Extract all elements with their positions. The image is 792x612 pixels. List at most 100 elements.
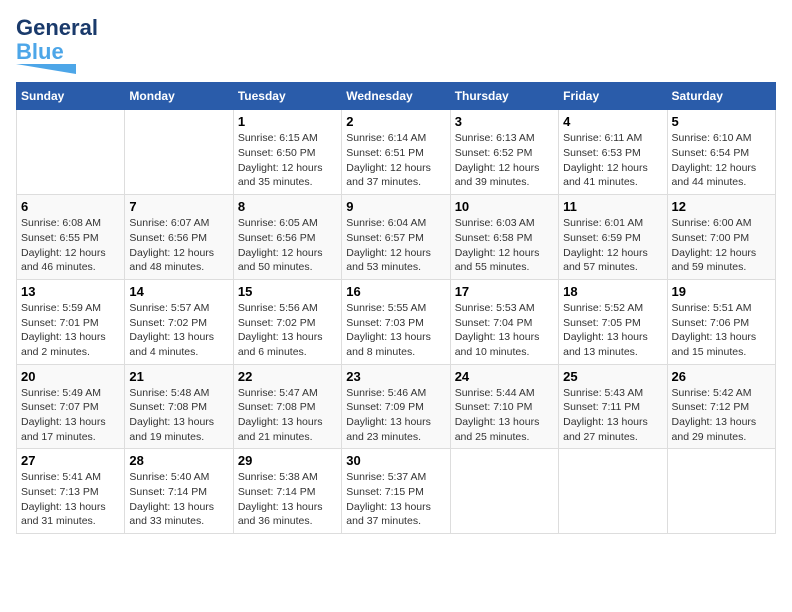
calendar-cell: 12 Sunrise: 6:00 AMSunset: 7:00 PMDayligh… [667, 195, 775, 280]
day-number: 29 [238, 453, 337, 468]
weekday-header-wednesday: Wednesday [342, 83, 450, 110]
weekday-header-sunday: Sunday [17, 83, 125, 110]
calendar-cell [125, 110, 233, 195]
calendar-cell: 7 Sunrise: 6:07 AMSunset: 6:56 PMDaylight… [125, 195, 233, 280]
logo-blue: Blue [16, 39, 64, 64]
calendar-cell: 14Sunrise: 5:57 AMSunset: 7:02 PMDayligh… [125, 279, 233, 364]
day-number: 12 [672, 199, 771, 214]
day-info: Sunrise: 5:56 AMSunset: 7:02 PMDaylight:… [238, 301, 337, 360]
day-number: 25 [563, 369, 662, 384]
day-number: 24 [455, 369, 554, 384]
weekday-header-row: SundayMondayTuesdayWednesdayThursdayFrid… [17, 83, 776, 110]
day-number: 8 [238, 199, 337, 214]
day-info: Sunrise: 5:38 AMSunset: 7:14 PMDaylight:… [238, 470, 337, 529]
weekday-header-tuesday: Tuesday [233, 83, 341, 110]
calendar-cell: 15 Sunrise: 5:56 AMSunset: 7:02 PMDayligh… [233, 279, 341, 364]
day-info: Sunrise: 6:04 AMSunset: 6:57 PMDaylight:… [346, 216, 445, 275]
logo-text: GeneralBlue [16, 16, 98, 64]
day-info: Sunrise: 6:07 AMSunset: 6:56 PMDaylight:… [129, 216, 228, 275]
calendar-cell [559, 449, 667, 534]
calendar-cell: 1Sunrise: 6:15 AMSunset: 6:50 PMDaylight… [233, 110, 341, 195]
day-number: 13 [21, 284, 120, 299]
day-number: 21 [129, 369, 228, 384]
day-number: 26 [672, 369, 771, 384]
day-info: Sunrise: 5:52 AMSunset: 7:05 PMDaylight:… [563, 301, 662, 360]
day-number: 9 [346, 199, 445, 214]
calendar-week-5: 27 Sunrise: 5:41 AMSunset: 7:13 PMDayligh… [17, 449, 776, 534]
day-number: 3 [455, 114, 554, 129]
day-number: 23 [346, 369, 445, 384]
day-info: Sunrise: 6:03 AMSunset: 6:58 PMDaylight:… [455, 216, 554, 275]
calendar-cell: 26 Sunrise: 5:42 AMSunset: 7:12 PMDayligh… [667, 364, 775, 449]
day-info: Sunrise: 5:51 AMSunset: 7:06 PMDaylight:… [672, 301, 771, 360]
calendar-header: SundayMondayTuesdayWednesdayThursdayFrid… [17, 83, 776, 110]
day-info: Sunrise: 6:13 AMSunset: 6:52 PMDaylight:… [455, 131, 554, 190]
calendar-week-4: 20 Sunrise: 5:49 AMSunset: 7:07 PMDayligh… [17, 364, 776, 449]
day-number: 11 [563, 199, 662, 214]
day-info: Sunrise: 6:10 AMSunset: 6:54 PMDaylight:… [672, 131, 771, 190]
day-info: Sunrise: 5:53 AMSunset: 7:04 PMDaylight:… [455, 301, 554, 360]
day-info: Sunrise: 5:42 AMSunset: 7:12 PMDaylight:… [672, 386, 771, 445]
day-number: 10 [455, 199, 554, 214]
day-info: Sunrise: 6:11 AMSunset: 6:53 PMDaylight:… [563, 131, 662, 190]
day-number: 19 [672, 284, 771, 299]
calendar-cell: 25 Sunrise: 5:43 AMSunset: 7:11 PMDayligh… [559, 364, 667, 449]
day-info: Sunrise: 5:37 AMSunset: 7:15 PMDaylight:… [346, 470, 445, 529]
day-info: Sunrise: 6:08 AMSunset: 6:55 PMDaylight:… [21, 216, 120, 275]
calendar-cell: 20 Sunrise: 5:49 AMSunset: 7:07 PMDayligh… [17, 364, 125, 449]
day-info: Sunrise: 5:59 AMSunset: 7:01 PMDaylight:… [21, 301, 120, 360]
calendar-cell: 19 Sunrise: 5:51 AMSunset: 7:06 PMDayligh… [667, 279, 775, 364]
day-number: 16 [346, 284, 445, 299]
day-number: 18 [563, 284, 662, 299]
weekday-header-thursday: Thursday [450, 83, 558, 110]
day-info: Sunrise: 5:41 AMSunset: 7:13 PMDaylight:… [21, 470, 120, 529]
calendar-cell: 3 Sunrise: 6:13 AMSunset: 6:52 PMDaylight… [450, 110, 558, 195]
weekday-header-friday: Friday [559, 83, 667, 110]
calendar-cell: 11 Sunrise: 6:01 AMSunset: 6:59 PMDayligh… [559, 195, 667, 280]
day-info: Sunrise: 6:00 AMSunset: 7:00 PMDaylight:… [672, 216, 771, 275]
calendar-week-3: 13 Sunrise: 5:59 AMSunset: 7:01 PMDayligh… [17, 279, 776, 364]
logo-decoration [16, 64, 76, 74]
day-info: Sunrise: 5:47 AMSunset: 7:08 PMDaylight:… [238, 386, 337, 445]
day-number: 6 [21, 199, 120, 214]
day-info: Sunrise: 6:01 AMSunset: 6:59 PMDaylight:… [563, 216, 662, 275]
calendar-cell: 27 Sunrise: 5:41 AMSunset: 7:13 PMDayligh… [17, 449, 125, 534]
day-info: Sunrise: 5:44 AMSunset: 7:10 PMDaylight:… [455, 386, 554, 445]
calendar-cell: 28Sunrise: 5:40 AMSunset: 7:14 PMDayligh… [125, 449, 233, 534]
calendar-cell: 4 Sunrise: 6:11 AMSunset: 6:53 PMDaylight… [559, 110, 667, 195]
calendar-week-2: 6 Sunrise: 6:08 AMSunset: 6:55 PMDaylight… [17, 195, 776, 280]
calendar-cell: 18 Sunrise: 5:52 AMSunset: 7:05 PMDayligh… [559, 279, 667, 364]
day-number: 30 [346, 453, 445, 468]
day-info: Sunrise: 5:40 AMSunset: 7:14 PMDaylight:… [129, 470, 228, 529]
day-number: 27 [21, 453, 120, 468]
day-number: 4 [563, 114, 662, 129]
calendar-cell: 21Sunrise: 5:48 AMSunset: 7:08 PMDayligh… [125, 364, 233, 449]
day-number: 1 [238, 114, 337, 129]
day-number: 5 [672, 114, 771, 129]
day-info: Sunrise: 6:14 AMSunset: 6:51 PMDaylight:… [346, 131, 445, 190]
calendar-body: 1Sunrise: 6:15 AMSunset: 6:50 PMDaylight… [17, 110, 776, 534]
calendar-cell: 5 Sunrise: 6:10 AMSunset: 6:54 PMDaylight… [667, 110, 775, 195]
calendar-cell: 10 Sunrise: 6:03 AMSunset: 6:58 PMDayligh… [450, 195, 558, 280]
day-info: Sunrise: 6:05 AMSunset: 6:56 PMDaylight:… [238, 216, 337, 275]
calendar-cell [667, 449, 775, 534]
calendar-cell: 17Sunrise: 5:53 AMSunset: 7:04 PMDayligh… [450, 279, 558, 364]
day-number: 15 [238, 284, 337, 299]
day-info: Sunrise: 5:43 AMSunset: 7:11 PMDaylight:… [563, 386, 662, 445]
calendar-cell: 29 Sunrise: 5:38 AMSunset: 7:14 PMDayligh… [233, 449, 341, 534]
day-number: 22 [238, 369, 337, 384]
calendar-cell: 8 Sunrise: 6:05 AMSunset: 6:56 PMDaylight… [233, 195, 341, 280]
weekday-header-saturday: Saturday [667, 83, 775, 110]
logo: GeneralBlue [16, 16, 98, 74]
calendar-cell: 30 Sunrise: 5:37 AMSunset: 7:15 PMDayligh… [342, 449, 450, 534]
calendar-cell: 2Sunrise: 6:14 AMSunset: 6:51 PMDaylight… [342, 110, 450, 195]
day-number: 20 [21, 369, 120, 384]
calendar-cell: 9 Sunrise: 6:04 AMSunset: 6:57 PMDaylight… [342, 195, 450, 280]
day-info: Sunrise: 5:49 AMSunset: 7:07 PMDaylight:… [21, 386, 120, 445]
calendar-cell: 22 Sunrise: 5:47 AMSunset: 7:08 PMDayligh… [233, 364, 341, 449]
day-number: 7 [129, 199, 228, 214]
calendar-table: SundayMondayTuesdayWednesdayThursdayFrid… [16, 82, 776, 534]
calendar-cell: 6 Sunrise: 6:08 AMSunset: 6:55 PMDaylight… [17, 195, 125, 280]
calendar-cell: 13 Sunrise: 5:59 AMSunset: 7:01 PMDayligh… [17, 279, 125, 364]
page-header: GeneralBlue [16, 16, 776, 74]
